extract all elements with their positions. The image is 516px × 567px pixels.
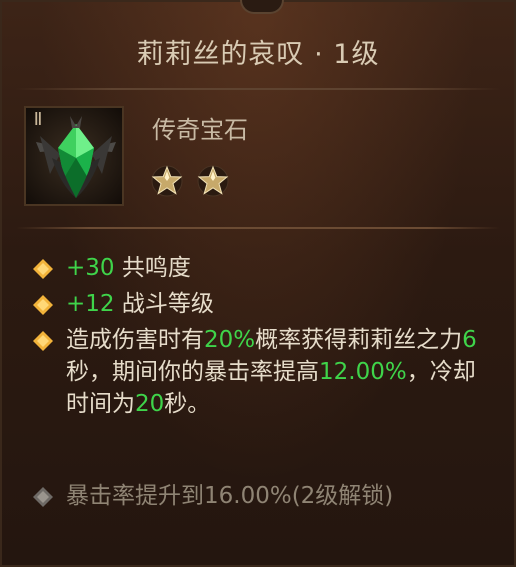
effect-value: 20 xyxy=(135,391,165,417)
item-type: 传奇宝石 xyxy=(152,116,248,144)
diamond-bullet-icon xyxy=(33,331,53,351)
affix-combat-rating: +12 战斗等级 xyxy=(32,288,492,320)
effect-text: 造成伤害时有 xyxy=(66,327,204,353)
star-icon xyxy=(197,165,229,197)
effect-text: 概率获得莉莉丝之力 xyxy=(255,327,463,353)
effect-value: 6 xyxy=(462,327,477,353)
item-icon-frame: Ⅱ xyxy=(24,106,124,206)
gem-icon xyxy=(36,116,116,198)
diamond-bullet-icon xyxy=(33,295,53,315)
locked-diamond-icon xyxy=(33,487,53,507)
star-icon xyxy=(151,165,183,197)
item-tooltip: 莉莉丝的哀叹 · 1级 Ⅱ 传奇宝石 +30 共鸣度 +12 战斗等级 造成伤害… xyxy=(0,0,516,567)
diamond-bullet-icon xyxy=(33,259,53,279)
effect-text: 秒。 xyxy=(164,391,211,417)
effect-value: 12.00% xyxy=(319,359,407,385)
affix-effect: 造成伤害时有20%概率获得莉莉丝之力6秒，期间你的暴击率提高12.00%，冷却时… xyxy=(32,324,492,420)
affix-value: +12 xyxy=(66,291,115,317)
item-title: 莉莉丝的哀叹 · 1级 xyxy=(136,39,380,70)
locked-affix-text: 暴击率提升到16.00%(2级解锁) xyxy=(66,483,394,509)
title-divider xyxy=(16,88,500,90)
locked-affix: 暴击率提升到16.00%(2级解锁) xyxy=(32,480,492,512)
section-divider xyxy=(16,227,500,229)
frame-ornament xyxy=(240,0,284,14)
effect-text: 秒，期间你的暴击率提高 xyxy=(66,359,319,385)
effect-value: 20% xyxy=(204,327,256,353)
affix-label: 战斗等级 xyxy=(114,291,214,317)
rank-stars xyxy=(150,164,230,198)
affix-value: +30 xyxy=(66,255,115,281)
affix-resonance: +30 共鸣度 xyxy=(32,252,492,284)
affix-label: 共鸣度 xyxy=(114,255,191,281)
